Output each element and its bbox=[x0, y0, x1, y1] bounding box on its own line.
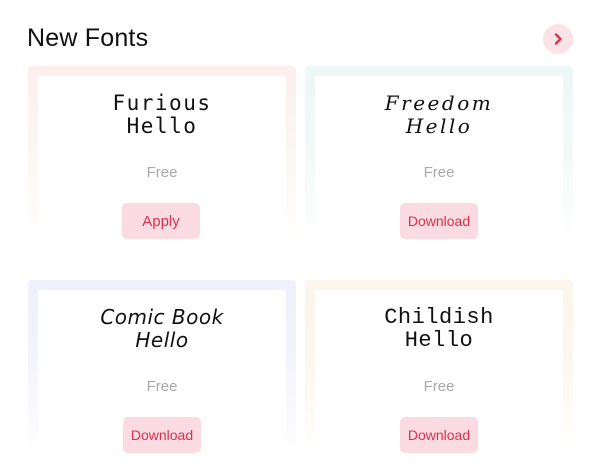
font-preview: Comic Book Hello bbox=[100, 305, 224, 352]
font-preview: Childish Hello bbox=[384, 305, 494, 353]
font-preview: Freedom Hello bbox=[384, 91, 494, 138]
font-card-freedom[interactable]: Freedom Hello Free Download bbox=[305, 66, 573, 246]
download-button[interactable]: Download bbox=[400, 417, 478, 453]
apply-button[interactable]: Apply bbox=[122, 203, 200, 239]
price-label: Free bbox=[423, 378, 455, 395]
font-card-furious[interactable]: Furious Hello Free Apply bbox=[28, 66, 296, 246]
price-label: Free bbox=[423, 164, 455, 181]
font-preview: Furious Hello bbox=[112, 91, 212, 138]
font-card-comic-book[interactable]: Comic Book Hello Free Download bbox=[28, 280, 296, 460]
price-label: Free bbox=[146, 378, 178, 395]
chevron-right-icon bbox=[551, 32, 565, 46]
see-more-button[interactable] bbox=[543, 24, 573, 54]
download-button[interactable]: Download bbox=[123, 417, 201, 453]
price-label: Free bbox=[146, 164, 178, 181]
download-button[interactable]: Download bbox=[400, 203, 478, 239]
font-card-childish[interactable]: Childish Hello Free Download bbox=[305, 280, 573, 460]
section-title: New Fonts bbox=[27, 24, 149, 52]
